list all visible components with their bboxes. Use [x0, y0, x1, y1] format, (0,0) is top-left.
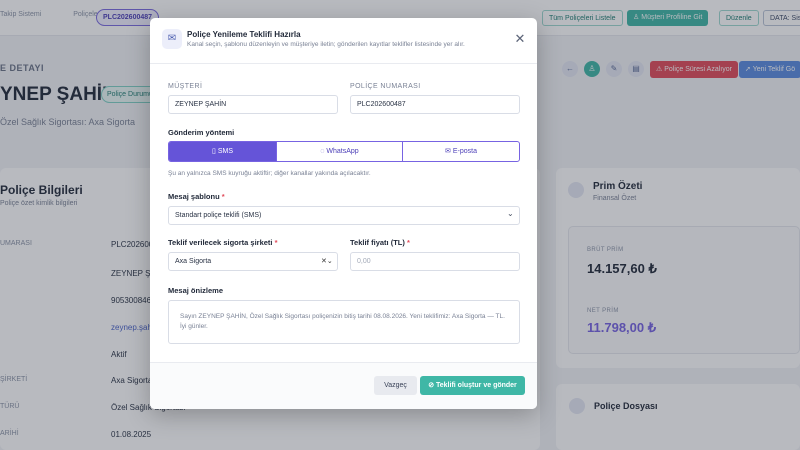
company-select[interactable]: Axa Sigorta: [168, 252, 338, 271]
method-option-email[interactable]: ✉ E-posta: [402, 142, 519, 161]
submit-offer-button[interactable]: ⊘ Teklifi oluştur ve gönder: [420, 376, 525, 395]
method-label: WhatsApp: [326, 148, 359, 155]
required-marker: *: [221, 192, 225, 201]
cancel-button[interactable]: Vazgeç: [374, 376, 417, 395]
method-label: E-posta: [452, 148, 477, 155]
method-option-sms[interactable]: ▯ SMS: [169, 142, 276, 161]
message-icon: ✉: [162, 29, 182, 49]
price-label-text: Teklif fiyatı (TL): [350, 238, 405, 247]
message-preview: Sayın ZEYNEP ŞAHİN, Özel Sağlık Sigortas…: [168, 300, 520, 344]
customer-field: ZEYNEP ŞAHİN: [168, 95, 338, 114]
close-icon[interactable]: ✕: [512, 31, 528, 47]
send-method-label: Gönderim yöntemi: [168, 128, 235, 137]
policy-number-label: POLİÇE NUMARASI: [350, 83, 421, 90]
preview-label: Mesaj önizleme: [168, 286, 224, 295]
modal-header: ✉ Poliçe Yenileme Teklifi Hazırla Kanal …: [150, 18, 537, 64]
price-label: Teklif fiyatı (TL) *: [350, 238, 410, 247]
method-help-text: Şu an yalnızca SMS kuyruğu aktiftir; diğ…: [168, 170, 371, 177]
modal-title: Poliçe Yenileme Teklifi Hazırla: [187, 30, 301, 39]
template-label: Mesaj şablonu *: [168, 192, 225, 201]
send-method-selector: ▯ SMS ◌ WhatsApp ✉ E-posta: [168, 141, 520, 162]
method-option-whatsapp[interactable]: ◌ WhatsApp: [276, 142, 402, 161]
customer-label: MÜŞTERİ: [168, 83, 203, 90]
chevron-down-icon: ⌄: [507, 209, 514, 218]
mail-icon: ✉: [445, 148, 453, 155]
submit-label: Teklifi oluştur ve gönder: [436, 382, 517, 389]
policy-number-field: PLC202600487: [350, 95, 520, 114]
required-marker: *: [274, 238, 278, 247]
clear-icon[interactable]: ✕⌄: [321, 257, 333, 265]
required-marker: *: [406, 238, 410, 247]
modal-subtitle: Kanal seçin, şablonu düzenleyin ve müşte…: [187, 41, 465, 48]
renewal-offer-modal: ✉ Poliçe Yenileme Teklifi Hazırla Kanal …: [150, 18, 537, 409]
method-label: SMS: [217, 148, 233, 155]
template-select[interactable]: Standart poliçe teklifi (SMS): [168, 206, 520, 225]
template-label-text: Mesaj şablonu: [168, 192, 220, 201]
check-circle-icon: ⊘: [428, 382, 437, 389]
company-label: Teklif verilecek sigorta şirketi *: [168, 238, 278, 247]
company-label-text: Teklif verilecek sigorta şirketi: [168, 238, 273, 247]
price-input[interactable]: 0,00: [350, 252, 520, 271]
